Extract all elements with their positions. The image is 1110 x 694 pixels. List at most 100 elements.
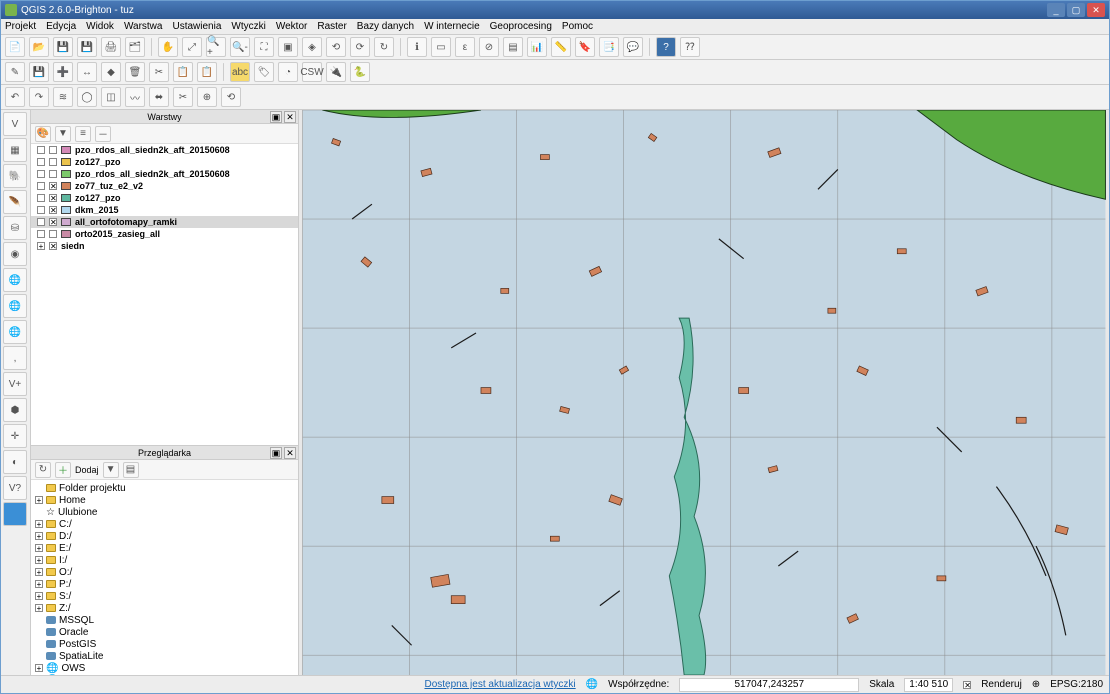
zoom-selection-icon[interactable]: ▣ [278,37,298,57]
split-icon[interactable]: ✂ [173,87,193,107]
csw-icon[interactable]: CSW [302,62,322,82]
select-expr-icon[interactable]: ε [455,37,475,57]
tree-expand-icon[interactable]: + [35,604,43,612]
menu-geoprocesing[interactable]: Geoprocesing [490,21,552,32]
expand-icon[interactable] [37,194,45,202]
add-mssql-icon[interactable]: ⛁ [3,216,27,240]
zoom-full-icon[interactable]: ⛶ [254,37,274,57]
layer-checkbox[interactable] [49,146,57,154]
tree-item[interactable]: ☆Ulubione [33,506,296,518]
layers-undock-button[interactable]: ▣ [270,111,282,123]
add-spatialite-icon[interactable]: 🪶 [3,190,27,214]
gps-icon[interactable]: ✛ [3,424,27,448]
tree-expand-icon[interactable]: + [35,520,43,528]
epsg-label[interactable]: EPSG:2180 [1050,679,1103,690]
oracle-georaster-icon[interactable]: ◐ [3,450,27,474]
offset-icon[interactable]: ⬌ [149,87,169,107]
bookmark-list-icon[interactable]: 📑 [599,37,619,57]
crs-icon[interactable]: ⊕ [1032,679,1040,690]
cut-icon[interactable]: ✂ [149,62,169,82]
layer-row[interactable]: ✕all_ortofotomapy_ramki [31,216,298,228]
zoom-layer-icon[interactable]: ◈ [302,37,322,57]
expand-icon[interactable] [37,170,45,178]
menu-bazy[interactable]: Bazy danych [357,21,414,32]
layer-remove-icon[interactable]: － [95,126,111,142]
select-icon[interactable]: ▭ [431,37,451,57]
close-button[interactable]: ✕ [1087,3,1105,17]
field-calc-icon[interactable]: 📊 [527,37,547,57]
new-project-icon[interactable]: 📄 [5,37,25,57]
tree-expand-icon[interactable]: + [35,496,43,504]
plugin-icon[interactable]: 🔌 [326,62,346,82]
browser-close-button[interactable]: ✕ [284,447,296,459]
label-tool-icon[interactable]: 🏷 [254,62,274,82]
tree-expand-icon[interactable]: + [35,556,43,564]
menu-raster[interactable]: Raster [317,21,346,32]
layer-row[interactable]: pzo_rdos_all_siedn2k_aft_20150608 [31,168,298,180]
menu-widok[interactable]: Widok [86,21,114,32]
layer-checkbox[interactable] [49,158,57,166]
reshape-icon[interactable]: 〰 [125,87,145,107]
layer-checkbox[interactable]: ✕ [49,218,57,226]
blue-tool-icon[interactable] [3,502,27,526]
layer-style-icon[interactable]: 🎨 [35,126,51,142]
tree-item[interactable]: +P:/ [33,578,296,590]
browser-undock-button[interactable]: ▣ [270,447,282,459]
layers-close-button[interactable]: ✕ [284,111,296,123]
layer-checkbox[interactable]: ✕ [49,194,57,202]
tree-item[interactable]: SpatiaLite [33,650,296,662]
rotate-icon[interactable]: ⟲ [221,87,241,107]
new-spatialite-icon[interactable]: ⬢ [3,398,27,422]
tree-item[interactable]: +S:/ [33,590,296,602]
menu-edycja[interactable]: Edycja [46,21,76,32]
layer-filter-icon[interactable]: ▼ [55,126,71,142]
whatsthis-icon[interactable]: ⁇ [680,37,700,57]
tree-expand-icon[interactable]: + [35,664,43,672]
merge-icon[interactable]: ⊕ [197,87,217,107]
save-as-icon[interactable]: 💾 [77,37,97,57]
tree-item[interactable]: +O:/ [33,566,296,578]
add-postgis-icon[interactable]: 🐘 [3,164,27,188]
layer-checkbox[interactable] [49,170,57,178]
zoom-next-icon[interactable]: ⟳ [350,37,370,57]
deselect-icon[interactable]: ⊘ [479,37,499,57]
tree-item[interactable]: Oracle [33,626,296,638]
zoom-last-icon[interactable]: ⟲ [326,37,346,57]
minimize-button[interactable]: _ [1047,3,1065,17]
edit-toggle-icon[interactable]: ✎ [5,62,25,82]
ring-icon[interactable]: ◯ [77,87,97,107]
browser-collapse-icon[interactable]: ▤ [123,462,139,478]
save-edits-icon[interactable]: 💾 [29,62,49,82]
scale-field[interactable]: 1:40 510 [904,678,953,692]
composer-manager-icon[interactable]: 🗂 [125,37,145,57]
move-feature-icon[interactable]: ↔ [77,62,97,82]
undo-icon[interactable]: ↶ [5,87,25,107]
browser-add-icon[interactable]: ＋ [55,462,71,478]
print-composer-icon[interactable]: 🖨 [101,37,121,57]
tree-item[interactable]: +Home [33,494,296,506]
map-canvas[interactable] [299,110,1109,675]
menu-internecie[interactable]: W internecie [424,21,480,32]
layer-checkbox[interactable]: ✕ [49,206,57,214]
open-project-icon[interactable]: 📂 [29,37,49,57]
tree-expand-icon[interactable]: + [35,568,43,576]
measure-icon[interactable]: 📏 [551,37,571,57]
tree-item[interactable]: Folder projektu [33,482,296,494]
expand-icon[interactable] [37,218,45,226]
menu-pomoc[interactable]: Pomoc [562,21,593,32]
tree-expand-icon[interactable]: + [35,544,43,552]
add-vector-icon[interactable]: V [3,112,27,136]
expand-icon[interactable]: + [37,242,45,250]
zoom-out-icon[interactable]: 🔍- [230,37,250,57]
browser-refresh-icon[interactable]: ↻ [35,462,51,478]
layer-row[interactable]: ✕zo77_tuz_e2_v2 [31,180,298,192]
tree-expand-icon[interactable]: + [35,532,43,540]
tree-item[interactable]: +D:/ [33,530,296,542]
maximize-button[interactable]: ▢ [1067,3,1085,17]
label-icon[interactable]: abc [230,62,250,82]
copy-icon[interactable]: 📋 [173,62,193,82]
zoom-in-icon[interactable]: 🔍+ [206,37,226,57]
pan-icon[interactable]: ✋ [158,37,178,57]
simplify-icon[interactable]: ≋ [53,87,73,107]
tree-item[interactable]: MSSQL [33,614,296,626]
